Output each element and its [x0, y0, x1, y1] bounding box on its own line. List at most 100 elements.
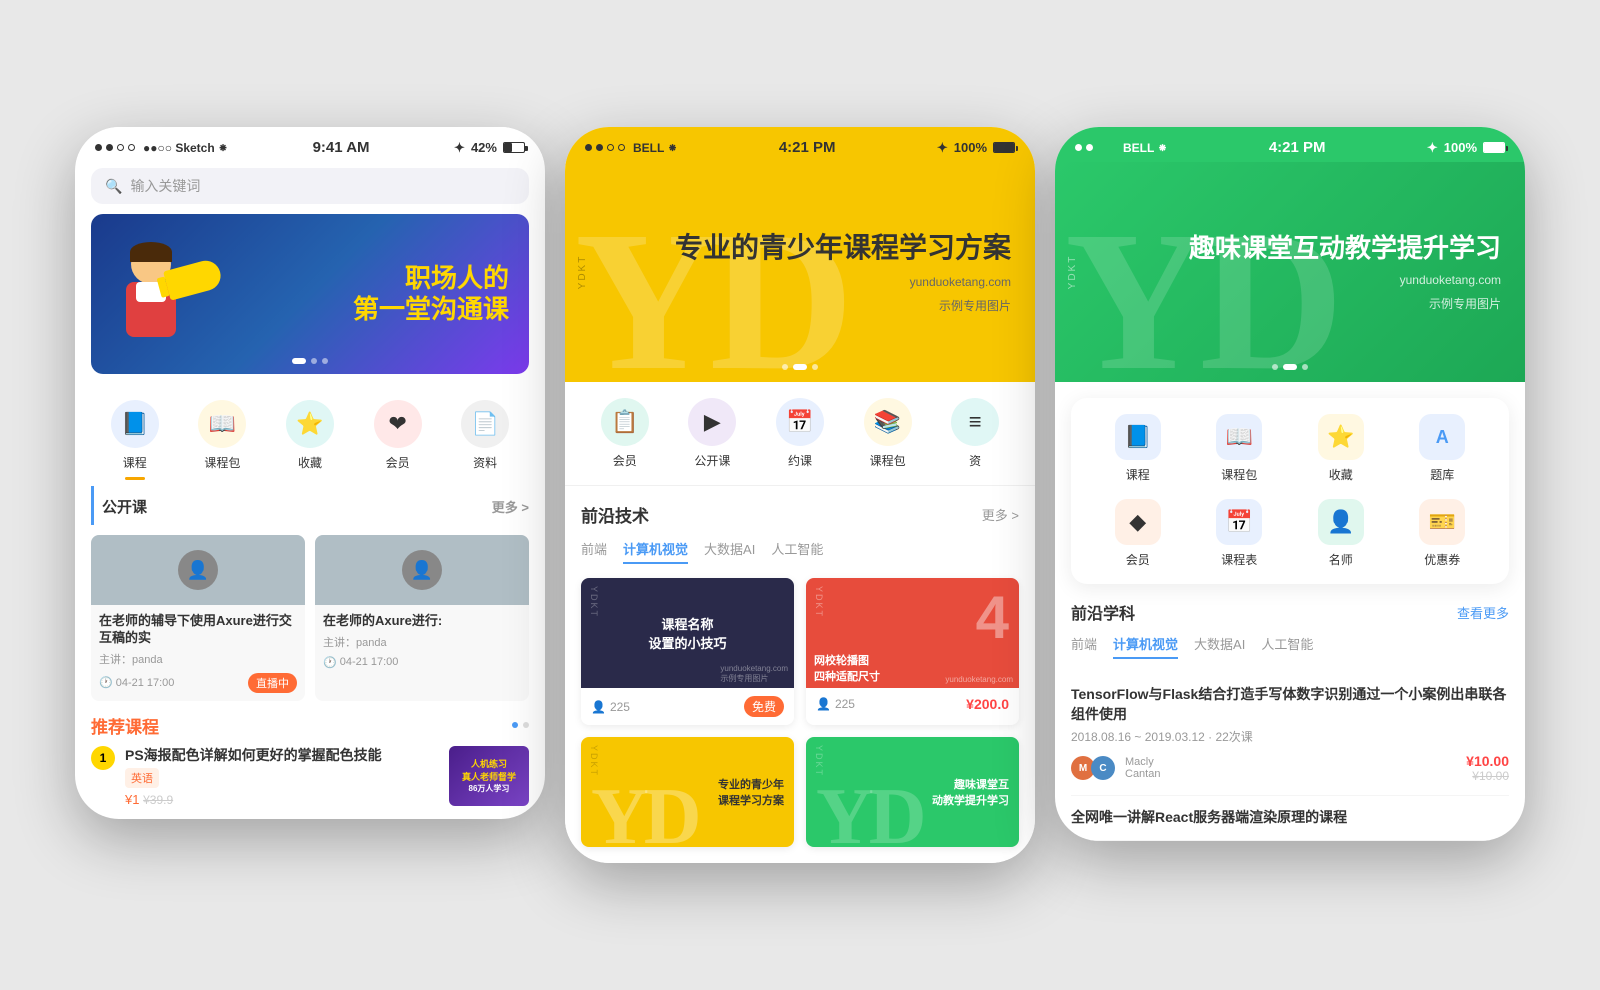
subject-more[interactable]: 查看更多 — [1457, 603, 1509, 622]
section-more-1[interactable]: 更多 > — [492, 497, 529, 516]
carrier-3: BELL ⁕ — [1123, 141, 1168, 155]
course-list-item-2[interactable]: 全网唯一讲解React服务器端渲染原理的课程 — [1071, 796, 1509, 841]
filter-tab-frontend[interactable]: 前端 — [581, 539, 607, 564]
banner-dot-1 — [292, 358, 306, 364]
nav-label-package: 课程包 — [204, 454, 240, 471]
battery-icon-2 — [993, 142, 1015, 153]
filter-tabs-3: 前端 计算机视觉 大数据AI 人工智能 — [1071, 634, 1509, 659]
filter-tab3-ai[interactable]: 人工智能 — [1261, 634, 1313, 659]
status-bar-2: BELL ⁕ 4:21 PM ✦ 100% — [565, 127, 1035, 162]
signal-dot-7 — [607, 144, 614, 151]
nav2-open-course[interactable]: ▶ 公开课 — [688, 398, 736, 469]
yellow-banner: YDKT YD 专业的青少年课程学习方案 yunduoketang.com 示例… — [565, 162, 1035, 382]
icon-item-schedule[interactable]: 📅 课程表 — [1216, 499, 1262, 568]
grid-students-count-2: 225 — [835, 697, 855, 711]
time-1: 9:41 AM — [313, 139, 370, 156]
nav-item-course[interactable]: 📘 课程 — [111, 400, 159, 480]
rec-course-item[interactable]: 1 PS海报配色详解如何更好的掌握配色技能 英语 ¥1 ¥39.9 人机练习真人… — [91, 746, 529, 807]
grid-course-1[interactable]: YDKT 课程名称设置的小技巧 yunduoketang.com示例专用图片 👤… — [581, 578, 794, 725]
grid-thumb-1: YDKT 课程名称设置的小技巧 yunduoketang.com示例专用图片 — [581, 578, 794, 688]
grid-course-4[interactable]: YDKT YD 趣味课堂互动教学提升学习 — [806, 737, 1019, 847]
icon-item-course[interactable]: 📘 课程 — [1115, 414, 1161, 483]
nav-active-bar — [125, 477, 145, 480]
grid-course-2[interactable]: YDKT 4 网校轮播图四种适配尺寸 yunduoketang.com 👤 22… — [806, 578, 1019, 725]
icon-item-package[interactable]: 📖 课程包 — [1216, 414, 1262, 483]
search-bar[interactable]: 🔍 输入关键词 — [91, 168, 529, 204]
content-more-2[interactable]: 更多 > — [982, 505, 1019, 524]
nav-item-resource[interactable]: 📄 资料 — [461, 400, 509, 480]
battery-label-2: 100% — [954, 140, 987, 155]
status-right-1: ✦ 42% — [454, 140, 525, 156]
banner-1[interactable]: 职场人的 第一堂沟通课 — [91, 214, 529, 374]
icon-circle-coupon: 🎫 — [1419, 499, 1465, 545]
battery-fill-1 — [504, 143, 512, 152]
icon-grid-row-1: 📘 课程 📖 课程包 ⭐ 收藏 A 题库 — [1087, 414, 1493, 483]
nav-icons-1: 📘 课程 📖 课程包 ⭐ 收藏 ❤ 会员 📄 资 — [75, 390, 545, 486]
time-2: 4:21 PM — [779, 139, 836, 156]
rec-thumb: 人机练习真人老师督学86万人学习 — [449, 746, 529, 806]
nav2-resource[interactable]: ≡ 资 — [951, 398, 999, 469]
free-badge-1: 免费 — [744, 696, 784, 717]
grid-course-text-4: 趣味课堂互动教学提升学习 — [932, 776, 1009, 808]
course-card-1[interactable]: 👤 在老师的辅导下使用Axure进行交互稿的实 主讲：panda 🕐 04-21… — [91, 535, 305, 701]
nav-icon-collect: ⭐ — [286, 400, 334, 448]
icon-item-question[interactable]: A 题库 — [1419, 414, 1465, 483]
icon-item-teacher[interactable]: 👤 名师 — [1318, 499, 1364, 568]
bluetooth-icon-2: ✦ — [937, 140, 948, 156]
course-thumb-1: 👤 — [91, 535, 305, 605]
icon-label-question: 题库 — [1430, 466, 1454, 483]
nav-item-package[interactable]: 📖 课程包 — [198, 400, 246, 480]
icon-item-member3[interactable]: ◆ 会员 — [1115, 499, 1161, 568]
yellow-banner-site: yunduoketang.com — [675, 275, 1011, 289]
icon-item-coupon[interactable]: 🎫 优惠券 — [1419, 499, 1465, 568]
clock-icon-2: 🕐 — [323, 656, 337, 669]
nav2-icon-package: 📚 — [864, 398, 912, 446]
nav2-booking[interactable]: 📅 约课 — [776, 398, 824, 469]
grid-course-3[interactable]: YDKT YD 专业的青少年课程学习方案 — [581, 737, 794, 847]
nav-item-member[interactable]: ❤ 会员 — [374, 400, 422, 480]
battery-label-3: 100% — [1444, 140, 1477, 155]
icon-item-collect[interactable]: ⭐ 收藏 — [1318, 414, 1364, 483]
course-card-2[interactable]: 👤 在老师的Axure进行: 主讲：panda 🕐 04-21 17:00 — [315, 535, 529, 701]
price-red-1: ¥200.0 — [966, 696, 1009, 712]
bdot-2 — [793, 364, 807, 370]
rec-orig-price: ¥39.9 — [143, 793, 173, 807]
nav-label-collect: 收藏 — [298, 454, 322, 471]
banner-dots-3 — [1272, 364, 1308, 370]
instructor-names: Macly Cantan — [1125, 756, 1160, 780]
instructor-avatar-1: 👤 — [178, 550, 218, 590]
grid-course-title-2: 网校轮播图四种适配尺寸 — [814, 652, 880, 684]
rec-dot-2 — [523, 722, 529, 728]
nav-item-collect[interactable]: ⭐ 收藏 — [286, 400, 334, 480]
nav2-package[interactable]: 📚 课程包 — [864, 398, 912, 469]
battery-icon-1 — [503, 142, 525, 153]
icon-label-collect: 收藏 — [1329, 466, 1353, 483]
signal-dot-5 — [585, 144, 592, 151]
signal-dot-11 — [1097, 144, 1104, 151]
nav2-label-booking: 约课 — [788, 452, 812, 469]
filter-tab-cv[interactable]: 计算机视觉 — [623, 539, 688, 564]
icon-label-coupon: 优惠券 — [1424, 551, 1460, 568]
grid-thumb-3: YDKT YD 专业的青少年课程学习方案 — [581, 737, 794, 847]
rec-course-title: PS海报配色详解如何更好的掌握配色技能 — [125, 746, 439, 764]
banner-text: 职场人的 第一堂沟通课 — [353, 263, 509, 325]
signal-dot-2 — [106, 144, 113, 151]
filter-tab-bigdata[interactable]: 大数据AI — [704, 539, 755, 564]
course-list-item-1[interactable]: TensorFlow与Flask结合打造手写体数字识别通过一个小案例出串联各组件… — [1071, 673, 1509, 796]
course-list-meta-1: 2018.08.16 ~ 2019.03.12 · 22次课 — [1071, 728, 1509, 745]
search-placeholder: 输入关键词 — [130, 176, 200, 196]
subject-section: 前沿学科 查看更多 前端 计算机视觉 大数据AI 人工智能 TensorFlow… — [1055, 600, 1525, 841]
figure-hair — [130, 242, 172, 262]
filter-tab-ai[interactable]: 人工智能 — [771, 539, 823, 564]
gbdot-1 — [1272, 364, 1278, 370]
icon-label-teacher: 名师 — [1329, 551, 1353, 568]
grid-watermark-url-2: yunduoketang.com — [945, 675, 1013, 684]
nav2-member[interactable]: 📋 会员 — [601, 398, 649, 469]
status-bar-1: ●●○○ Sketch ⁕ 9:41 AM ✦ 42% — [75, 127, 545, 162]
avatar-cantan-wrapper: C — [1091, 756, 1115, 780]
filter-tab3-cv[interactable]: 计算机视觉 — [1113, 634, 1178, 659]
battery-fill-3 — [1484, 143, 1504, 152]
filter-tab3-bigdata[interactable]: 大数据AI — [1194, 634, 1245, 659]
filter-tab3-frontend[interactable]: 前端 — [1071, 634, 1097, 659]
grid-bg-yd-4: YD — [816, 777, 922, 847]
